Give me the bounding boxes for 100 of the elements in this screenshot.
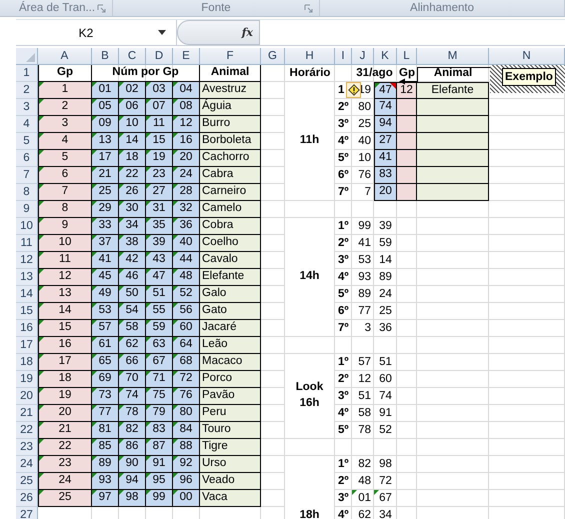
table-cell: Peru <box>200 405 261 422</box>
table-cell: Macaco <box>200 354 261 371</box>
table-cell: 39 <box>146 235 173 252</box>
table-cell-text: 52 <box>378 422 393 438</box>
row-header[interactable]: 9 <box>16 201 38 218</box>
table-cell: 49 <box>92 286 119 303</box>
table-cell-text: 14 <box>378 252 393 268</box>
row-header[interactable]: 19 <box>16 371 38 388</box>
table-cell: 11 <box>146 116 173 133</box>
table-cell-text: 5º <box>337 150 350 166</box>
row-header[interactable]: 22 <box>16 422 38 439</box>
select-all-icon[interactable] <box>26 53 35 62</box>
table-cell: Camelo <box>200 201 261 218</box>
table-cell-text: 89 <box>378 270 393 285</box>
name-box[interactable]: K2 <box>16 20 177 45</box>
row-header[interactable]: 2 <box>16 82 38 99</box>
table-cell: Leão <box>200 337 261 354</box>
row-header[interactable]: 24 <box>16 456 38 473</box>
table-cell: 2 <box>38 99 92 116</box>
row-header[interactable]: 3 <box>16 99 38 116</box>
table-cell: 55 <box>146 303 173 320</box>
table-cell-text: 36 <box>378 320 393 336</box>
row-header[interactable]: 21 <box>16 405 38 422</box>
insert-function-button[interactable]: fx <box>242 26 253 39</box>
column-header[interactable]: I <box>335 48 352 65</box>
table-cell: 61 <box>92 337 119 354</box>
column-header[interactable]: C <box>119 48 146 65</box>
table-cell: 38 <box>119 235 146 252</box>
row-header[interactable]: 16 <box>16 320 38 337</box>
table-cell-text: 74 <box>378 388 393 404</box>
table-cell: 96 <box>173 473 200 490</box>
dialog-launcher-icon[interactable] <box>97 4 106 13</box>
dialog-launcher-icon[interactable] <box>304 4 313 13</box>
table-cell: 12 <box>173 116 200 133</box>
column-header[interactable]: N <box>489 48 565 65</box>
table-cell: 78 <box>119 405 146 422</box>
table-cell: 20 <box>374 184 397 201</box>
row-header[interactable]: 13 <box>16 269 38 286</box>
column-header[interactable]: H <box>285 48 335 65</box>
row-header[interactable]: 6 <box>16 150 38 167</box>
table-cell-text: 3º <box>337 490 350 506</box>
table-cell: 59 <box>146 320 173 337</box>
table-cell: 32 <box>173 201 200 218</box>
table-cell: 83 <box>374 167 397 184</box>
column-header[interactable]: F <box>200 48 261 65</box>
table-cell-text: 7º <box>337 184 350 200</box>
column-header[interactable]: L <box>397 48 417 65</box>
row-header[interactable]: 8 <box>16 184 38 201</box>
table-cell: 52 <box>173 286 200 303</box>
row-header[interactable]: 26 <box>16 490 38 507</box>
table-cell: 87 <box>146 439 173 456</box>
table-cell: Cavalo <box>200 252 261 269</box>
table-cell: Vaca <box>200 490 261 507</box>
row-header[interactable]: 23 <box>16 439 38 456</box>
table-cell: Burro <box>200 116 261 133</box>
column-header[interactable]: K <box>374 48 397 65</box>
table-cell: 85 <box>92 439 119 456</box>
table-cell: 23 <box>146 167 173 184</box>
ribbon-group-label: Área de Tran... <box>19 2 96 14</box>
table-cell: 31 <box>146 201 173 218</box>
table-cell: 10 <box>38 235 92 252</box>
row-header[interactable]: 18 <box>16 354 38 371</box>
table-cell: 94 <box>119 473 146 490</box>
table-cell-text: 89 <box>357 286 372 302</box>
column-header[interactable]: G <box>261 48 285 65</box>
row-header[interactable]: 20 <box>16 388 38 405</box>
row-header[interactable]: 27 <box>16 507 38 519</box>
row-header[interactable]: 5 <box>16 133 38 150</box>
table-cell-text: 1º <box>337 218 350 234</box>
column-header[interactable]: M <box>417 48 489 65</box>
table-cell-text: 3º <box>337 388 350 404</box>
table-cell-text: 48 <box>357 474 372 489</box>
table-cell-text: 53 <box>357 252 372 268</box>
column-header[interactable]: A <box>38 48 92 65</box>
warning-button[interactable] <box>346 82 361 98</box>
row-header[interactable]: 7 <box>16 167 38 184</box>
row-header[interactable]: 11 <box>16 235 38 252</box>
table-cell: 97 <box>92 490 119 507</box>
row-header[interactable]: 14 <box>16 286 38 303</box>
row-header[interactable]: 1 <box>16 65 38 82</box>
table-cell-text: 3º <box>337 116 350 132</box>
table-cell: 13 <box>92 133 119 150</box>
table-cell: 94 <box>374 116 397 133</box>
table-cell: Touro <box>200 422 261 439</box>
row-header[interactable]: 12 <box>16 252 38 269</box>
column-header[interactable]: B <box>92 48 119 65</box>
table-cell: 00 <box>173 490 200 507</box>
table-cell-text: 10 <box>357 150 372 166</box>
row-header[interactable]: 25 <box>16 473 38 490</box>
column-header[interactable]: D <box>146 48 173 65</box>
row-header[interactable]: 15 <box>16 303 38 320</box>
table-cell: Galo <box>200 286 261 303</box>
row-header[interactable]: 17 <box>16 337 38 354</box>
row-header[interactable]: 4 <box>16 116 38 133</box>
row-header[interactable]: 10 <box>16 218 38 235</box>
column-header[interactable]: J <box>352 48 374 65</box>
table-cell: 50 <box>119 286 146 303</box>
table-cell: 77 <box>92 405 119 422</box>
table-cell: 18 <box>119 150 146 167</box>
column-header[interactable]: E <box>173 48 200 65</box>
